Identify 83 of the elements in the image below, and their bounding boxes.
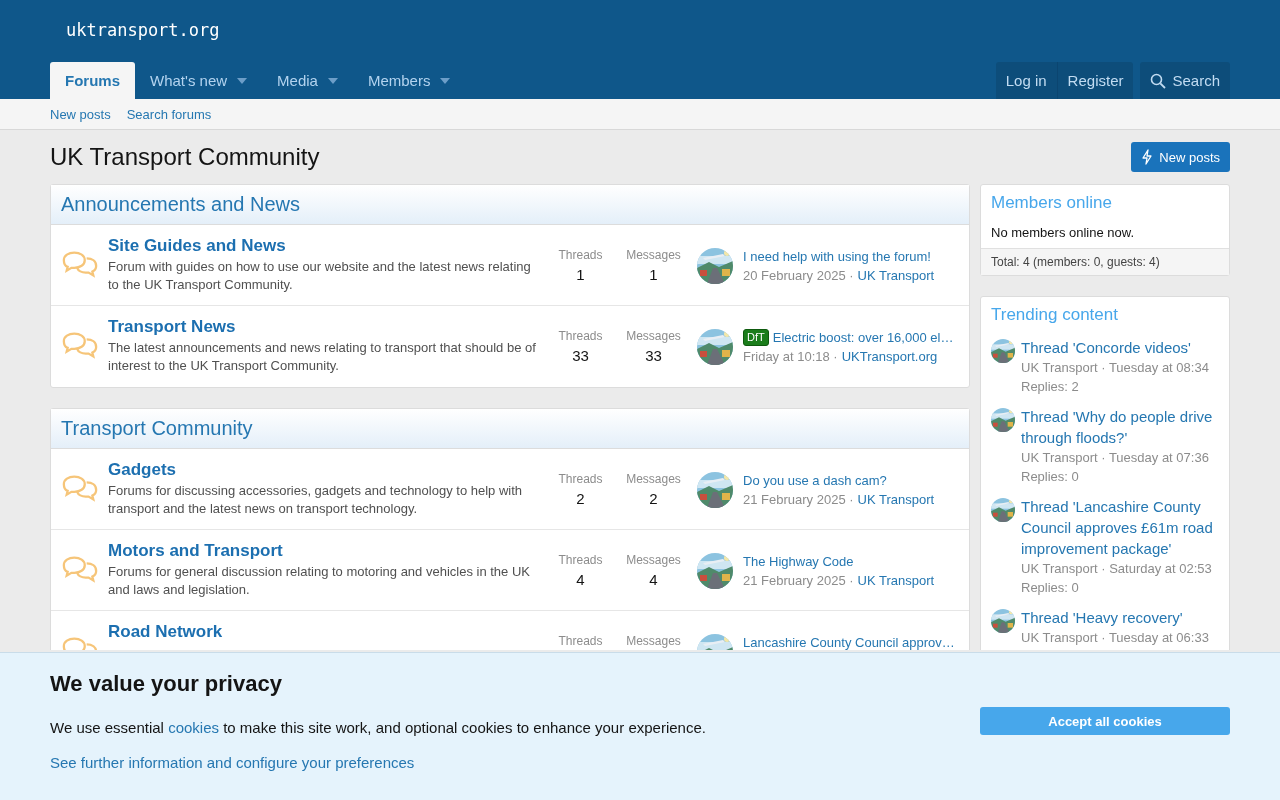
chat-bubbles-icon [61, 330, 99, 360]
cookies-link[interactable]: cookies [168, 719, 219, 736]
author-link[interactable]: UKTransport.org [841, 347, 938, 366]
stat-label: Threads [557, 553, 604, 567]
thread-link[interactable]: Lancashire County Council approv… [743, 633, 955, 650]
post-date: Friday at 10:18 · [743, 348, 838, 366]
post-date: 21 February 2025 · [743, 491, 854, 509]
cookie-text: We use essential cookies to make this site work, and optional cookies to enhance your experience. [50, 719, 706, 736]
forum-title[interactable]: Transport News [108, 317, 544, 337]
stat-label: Threads [557, 472, 604, 486]
stat-label: Threads [557, 248, 604, 262]
stat-label: Threads [557, 329, 604, 343]
bolt-icon [1141, 149, 1154, 165]
nav-tab[interactable]: Forums [50, 62, 135, 99]
caret-icon[interactable] [327, 77, 338, 84]
online-status: No members online now. [990, 224, 1136, 242]
forum-title[interactable]: Gadgets [108, 460, 544, 480]
stat-label: Messages [625, 634, 682, 648]
post-date: 20 February 2025 · [743, 267, 854, 285]
category-header[interactable]: Transport Community [51, 409, 969, 449]
author-link[interactable]: UK Transport [857, 266, 935, 285]
stat-label: Threads [557, 634, 604, 648]
nav-tab[interactable]: Media [262, 62, 353, 99]
forum-description: The latest announcements and news relating to transport that should be of interest to the UK Transport Community. [108, 339, 537, 375]
preferences-link[interactable]: See further information and configure your preferences [50, 754, 415, 771]
cookie-title: We value your privacy [50, 671, 282, 697]
stat-value: 33 [571, 347, 590, 364]
reply-count: Replies: 0 [1021, 579, 1080, 597]
forum-title[interactable]: Site Guides and News [108, 236, 544, 256]
prefix-badge: DfT [743, 329, 769, 346]
chat-bubbles-icon [61, 473, 99, 503]
thread-link[interactable]: I need help with using the forum! [743, 247, 931, 266]
new-posts-button[interactable]: New posts [1131, 142, 1230, 172]
thread-meta: UK Transport · Tuesday at 08:34 [1021, 359, 1209, 377]
stat-value: 2 [575, 490, 586, 507]
thread-link[interactable]: Thread 'Concorde videos' [1021, 337, 1209, 358]
thread-link[interactable]: Thread 'Heavy recovery' [1021, 607, 1209, 628]
thread-meta: UK Transport · Saturday at 02:53 [1021, 560, 1213, 578]
author-link[interactable]: UK Transport [857, 490, 935, 509]
page-title: UK Transport Community [50, 143, 320, 171]
thread-meta: UK Transport · Tuesday at 07:36 [1021, 449, 1210, 467]
thread-link[interactable]: Electric boost: over 16,000 el… [772, 328, 954, 347]
nav-tab[interactable]: Members [352, 62, 466, 99]
chat-bubbles-icon [61, 249, 99, 279]
stat-value: 4 [648, 571, 659, 588]
forum-description: Forums for discussing accessories, gadgets and technology to help with transport and the latest news on transport technology. [108, 482, 524, 518]
thread-link[interactable]: Thread 'Lancashire County Council approves £61m road improvement package' [1021, 496, 1219, 559]
accept-cookies-button[interactable]: Accept all cookies [980, 707, 1230, 735]
stat-value: 4 [575, 571, 586, 588]
thread-meta: UK Transport · Tuesday at 06:33 [1021, 629, 1209, 647]
subnav-link[interactable]: Search forums [126, 106, 212, 122]
thread-link[interactable]: Thread 'Why do people drive through floods?' [1021, 406, 1219, 448]
stat-value: 1 [648, 266, 659, 283]
stat-label: Messages [625, 329, 682, 343]
forum-title[interactable]: Motors and Transport [108, 541, 544, 561]
stat-value: 2 [648, 490, 659, 507]
search-icon [1150, 72, 1167, 89]
post-date: 21 February 2025 · [743, 572, 854, 590]
forum-description: Forums for general discussion relating to motoring and vehicles in the UK and laws and legislation. [108, 563, 531, 599]
search-button[interactable]: Search [1140, 62, 1230, 99]
stat-label: Messages [625, 553, 682, 567]
subnav-link[interactable]: New posts [50, 106, 111, 122]
reply-count: Replies: 0 [1021, 468, 1080, 486]
stat-value: 1 [575, 266, 586, 283]
caret-icon[interactable] [237, 77, 248, 84]
stat-value: 33 [644, 347, 663, 364]
reply-count: Replies: 2 [1021, 378, 1080, 396]
stat-label: Messages [625, 472, 682, 486]
nav-tab[interactable]: What's new [135, 62, 263, 99]
category-header[interactable]: Announcements and News [51, 185, 969, 225]
author-link[interactable]: UK Transport [857, 571, 935, 590]
online-total: Total: 4 (members: 0, guests: 4) [981, 248, 1229, 275]
thread-link[interactable]: The Highway Code [743, 552, 854, 571]
caret-icon[interactable] [440, 77, 451, 84]
block-title[interactable]: Trending content [981, 297, 1229, 331]
site-logo[interactable]: uktransport.org [50, 0, 236, 62]
account-link[interactable]: Register [1057, 62, 1134, 99]
forum-description: Forum with guides on how to use our website and the latest news relating to the UK Transport Community. [108, 258, 532, 294]
block-title[interactable]: Members online [981, 185, 1229, 219]
forum-title[interactable]: Road Network [108, 622, 544, 642]
thread-link[interactable]: Do you use a dash cam? [743, 471, 887, 490]
stat-label: Messages [625, 248, 682, 262]
chat-bubbles-icon [61, 554, 99, 584]
